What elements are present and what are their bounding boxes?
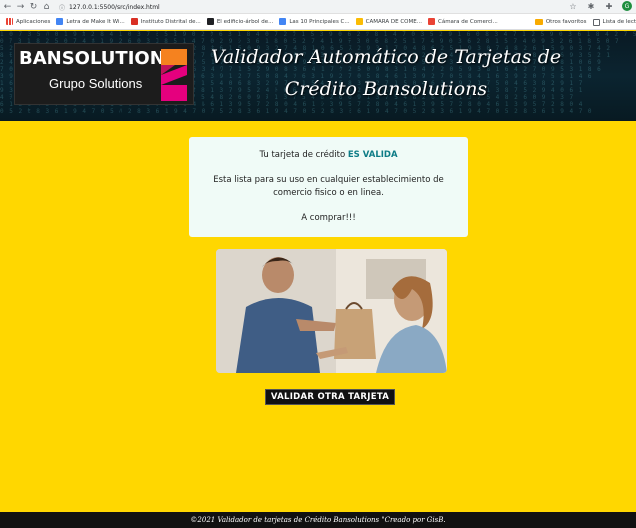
company-logo: BANSOLUTIONS Grupo Solutions bbox=[14, 43, 194, 105]
bookmark-item[interactable]: El edificio-árbol de... bbox=[206, 18, 273, 25]
home-icon[interactable]: ⌂ bbox=[41, 1, 52, 13]
bookmark-favicon-icon bbox=[130, 18, 138, 25]
bookmark-item[interactable]: Cámara de Comerci... bbox=[427, 18, 498, 25]
page-title: Validador Automático de Tarjetas de Créd… bbox=[210, 46, 562, 100]
puzzle-icon[interactable]: ✚ bbox=[604, 2, 614, 11]
star-icon[interactable]: ☆ bbox=[568, 2, 578, 11]
bookmark-favicon-icon bbox=[56, 18, 64, 25]
folder-icon bbox=[534, 19, 543, 25]
logo-wordmark: BANSOLUTIONS bbox=[19, 48, 178, 69]
bookmark-favicon-icon bbox=[355, 18, 363, 25]
profile-avatar[interactable]: G bbox=[622, 1, 632, 11]
page-footer: ©2021 Validador de tarjetas de Crédito B… bbox=[0, 512, 636, 528]
result-prefix: Tu tarjeta de crédito bbox=[259, 150, 348, 160]
bookmark-item[interactable]: Las 10 Principales C... bbox=[279, 18, 350, 25]
back-icon[interactable]: ← bbox=[2, 1, 13, 13]
extension-icon[interactable]: ✱ bbox=[586, 2, 596, 11]
shopping-photo bbox=[216, 249, 447, 373]
reload-icon[interactable]: ↻ bbox=[28, 1, 39, 13]
status-badge: ES VALIDA bbox=[347, 150, 398, 160]
logo-mark-icon bbox=[161, 49, 187, 101]
header-banner: 1 0 7 3 5 ﾊ 0 1 9 ｶ 2 8 4 1 0 3 7 ﾐ 5 1 … bbox=[0, 31, 636, 121]
result-card: Tu tarjeta de crédito ES VALIDA Esta lis… bbox=[189, 137, 468, 237]
reading-list[interactable]: Lista de lect bbox=[592, 18, 636, 26]
bookmark-item[interactable]: Letra de Make It Wi... bbox=[56, 18, 125, 25]
bookmark-item[interactable]: Instituto Distrital de... bbox=[130, 18, 201, 25]
result-cta: A comprar!!! bbox=[301, 213, 356, 223]
browser-toolbar: ← → ↻ ⌂ ⓘ 127.0.0.1:5500/src/index.html … bbox=[0, 0, 636, 14]
logo-subtitle: Grupo Solutions bbox=[49, 76, 143, 91]
bookmark-item[interactable]: CAMARA DE COME... bbox=[355, 18, 422, 25]
address-bar[interactable]: ⓘ 127.0.0.1:5500/src/index.html bbox=[57, 2, 557, 12]
validate-another-card-button[interactable]: VALIDAR OTRA TARJETA bbox=[265, 389, 395, 405]
result-line: Tu tarjeta de crédito ES VALIDA bbox=[189, 149, 468, 162]
info-icon[interactable]: ⓘ bbox=[59, 3, 65, 12]
bookmark-favicon-icon bbox=[206, 18, 214, 25]
reading-list-icon bbox=[592, 18, 600, 26]
shopping-photo-illustration bbox=[216, 249, 447, 373]
forward-icon[interactable]: → bbox=[15, 1, 26, 13]
bookmark-apps[interactable]: Aplicaciones bbox=[6, 18, 50, 25]
result-message: Esta lista para su uso en cualquier esta… bbox=[213, 175, 444, 198]
bookmark-favicon-icon bbox=[427, 18, 435, 25]
url-text: 127.0.0.1:5500/src/index.html bbox=[69, 3, 160, 11]
bookmark-favicon-icon bbox=[279, 18, 287, 25]
apps-icon bbox=[6, 18, 13, 25]
bookmarks-bar: Aplicaciones Letra de Make It Wi... Inst… bbox=[0, 14, 636, 30]
other-bookmarks[interactable]: Otros favoritos bbox=[534, 19, 587, 25]
